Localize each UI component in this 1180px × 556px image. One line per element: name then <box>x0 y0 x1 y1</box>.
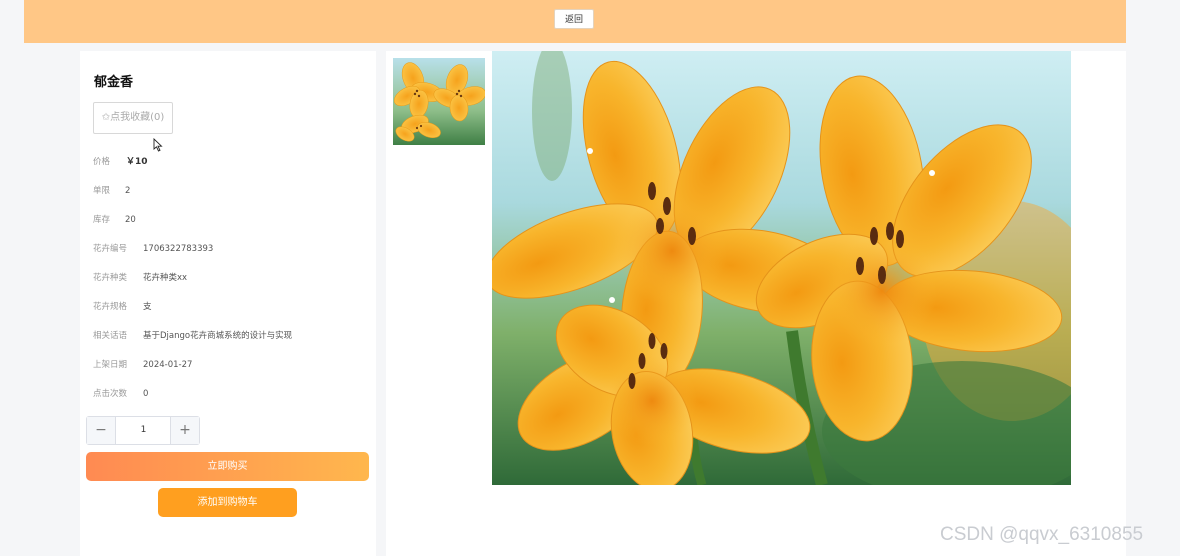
flower-id-value: 1706322783393 <box>143 244 214 254</box>
product-title: 郁金香 <box>94 75 134 90</box>
price-value: ￥10 <box>126 157 148 167</box>
flower-spec-value: 支 <box>143 302 152 312</box>
lily-thumbnail-image <box>393 58 485 145</box>
top-bar: 返回 <box>24 0 1126 43</box>
main-product-image[interactable] <box>492 51 1071 485</box>
back-button[interactable]: 返回 <box>554 9 594 29</box>
lily-main-image <box>492 51 1071 485</box>
quantity-stepper: − 1 + <box>86 416 200 445</box>
favorite-button[interactable]: ✩点我收藏(0) <box>93 102 173 134</box>
add-to-cart-button[interactable]: 添加到购物车 <box>158 488 297 517</box>
flower-id-label: 花卉编号 <box>93 244 128 254</box>
price-label: 价格 <box>93 157 111 167</box>
flower-spec-label: 花卉规格 <box>93 302 128 312</box>
click-count-value: 0 <box>143 389 149 399</box>
star-icon: ✩ <box>101 112 111 123</box>
product-gallery <box>386 51 1126 556</box>
mouse-cursor-icon <box>153 138 163 152</box>
stock-value: 20 <box>125 215 136 225</box>
thumbnail-image[interactable] <box>393 58 485 145</box>
related-words-value: 基于Django花卉商城系统的设计与实现 <box>143 331 293 341</box>
product-info-panel: 郁金香 ✩点我收藏(0) 价格 ￥10 单限 2 库存 20 花卉编号 1706… <box>80 51 376 556</box>
quantity-increase-button[interactable]: + <box>170 417 199 444</box>
flower-type-label: 花卉种类 <box>93 273 128 283</box>
listing-date-value: 2024-01-27 <box>143 360 193 370</box>
stock-label: 库存 <box>93 215 111 225</box>
favorite-label: 点我收藏(0) <box>110 112 165 123</box>
watermark: CSDN @qqvx_6310855 <box>940 524 1144 545</box>
limit-value: 2 <box>125 186 131 196</box>
limit-label: 单限 <box>93 186 111 196</box>
related-words-label: 相关话语 <box>93 331 128 341</box>
quantity-input[interactable]: 1 <box>116 417 171 444</box>
flower-type-value: 花卉种类xx <box>143 273 188 283</box>
listing-date-label: 上架日期 <box>93 360 128 370</box>
buy-now-button[interactable]: 立即购买 <box>86 452 369 481</box>
click-count-label: 点击次数 <box>93 389 128 399</box>
quantity-decrease-button[interactable]: − <box>87 417 116 444</box>
